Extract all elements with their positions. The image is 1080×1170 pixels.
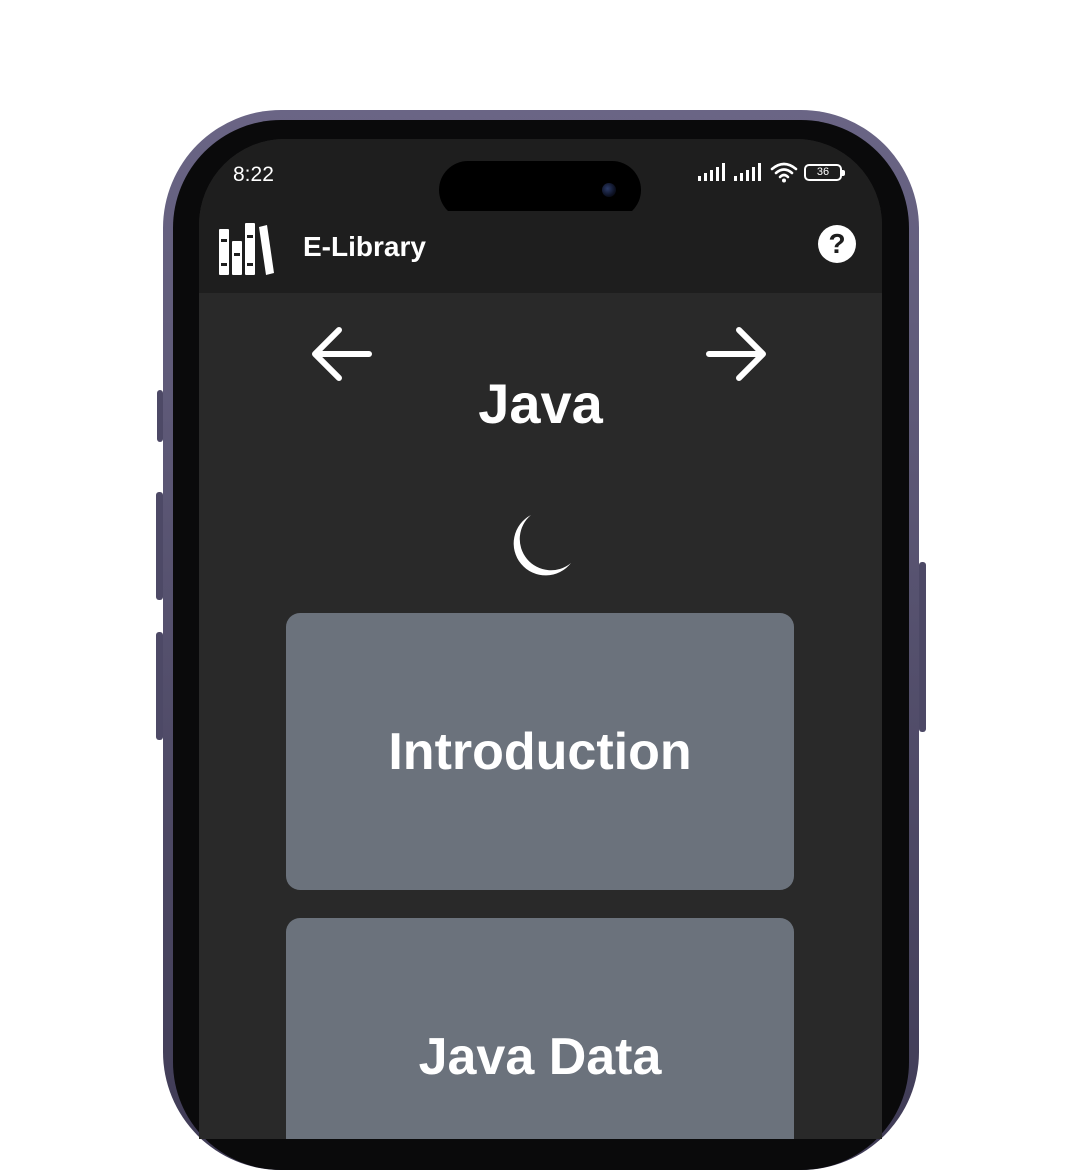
power-button bbox=[919, 562, 926, 732]
page-title: Java bbox=[478, 372, 603, 435]
wifi-icon bbox=[770, 162, 798, 183]
status-bar: 8:22 36 bbox=[199, 139, 882, 219]
app-screen: 8:22 36 E-Library ? Java Introduction Ja… bbox=[199, 139, 882, 1139]
help-circle-icon: ? bbox=[828, 228, 846, 259]
app-bar: E-Library ? bbox=[199, 211, 882, 293]
volume-up-button bbox=[156, 492, 163, 600]
action-button bbox=[157, 390, 163, 442]
status-icons: 36 bbox=[698, 161, 845, 183]
app-title: E-Library bbox=[303, 231, 426, 262]
camera-icon bbox=[602, 183, 616, 197]
moon-icon[interactable] bbox=[505, 511, 577, 583]
volume-down-button bbox=[156, 632, 163, 740]
status-time: 8:22 bbox=[233, 163, 274, 186]
topic-card-java-data[interactable]: Java Data bbox=[286, 918, 794, 1139]
battery-icon: 36 bbox=[804, 163, 845, 181]
cellular-signal-icon bbox=[698, 163, 725, 181]
topic-card-label: Java Data bbox=[418, 1027, 662, 1086]
help-button[interactable]: ? bbox=[818, 225, 856, 263]
topic-card-label: Introduction bbox=[388, 722, 692, 781]
cellular-signal-icon bbox=[734, 163, 761, 181]
library-books-icon bbox=[219, 223, 274, 275]
topic-card-introduction[interactable]: Introduction bbox=[286, 613, 794, 890]
